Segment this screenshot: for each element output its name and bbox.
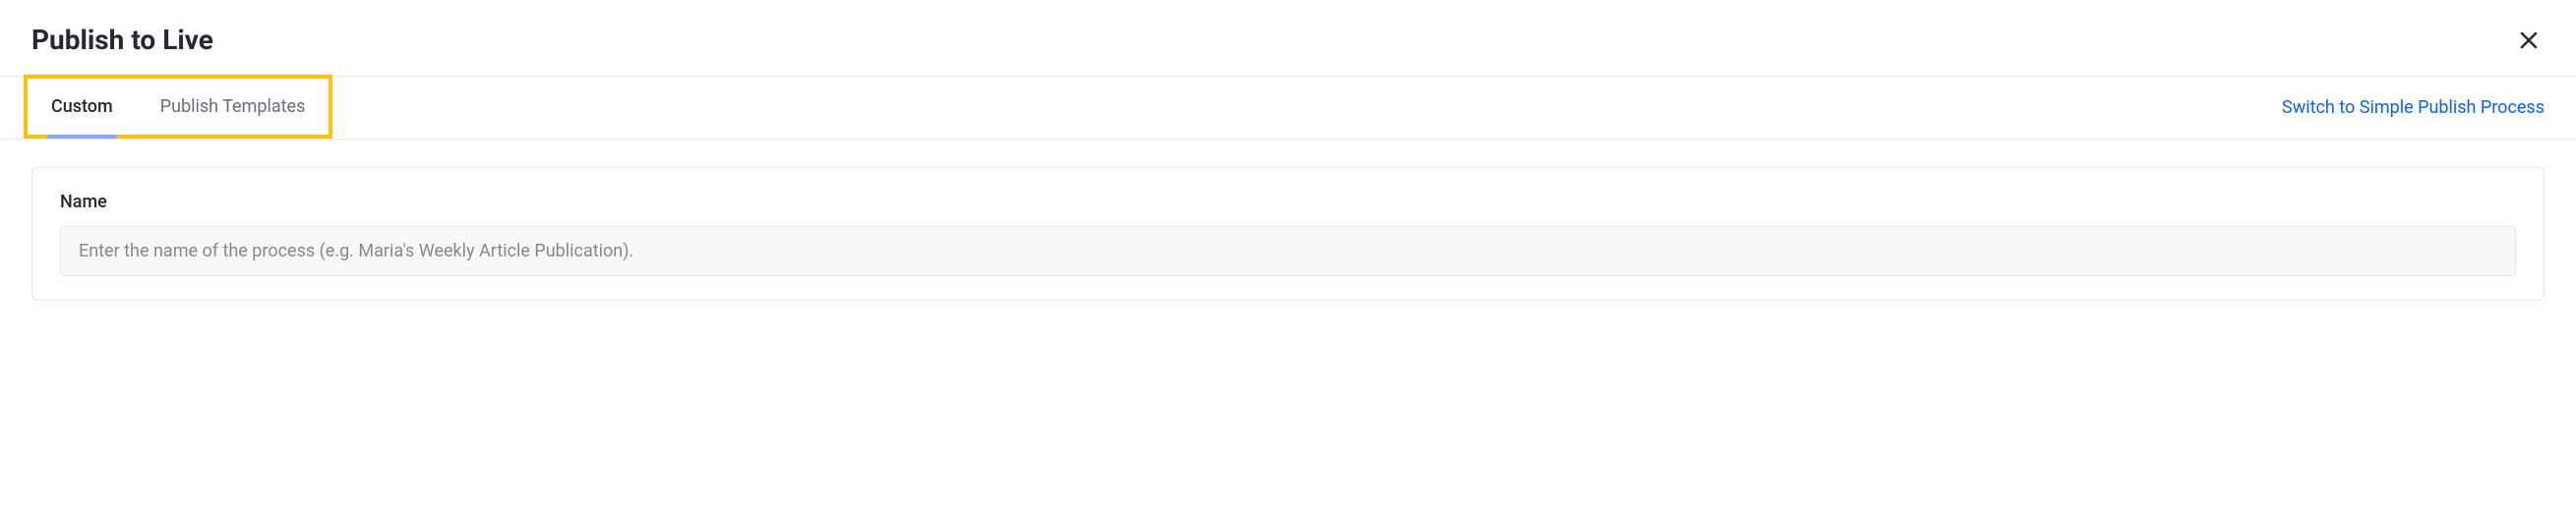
dialog-title: Publish to Live [31, 24, 213, 56]
form-section: Name [31, 167, 2545, 301]
tab-publish-templates[interactable]: Publish Templates [137, 79, 329, 135]
close-icon [2517, 28, 2541, 52]
name-label: Name [60, 192, 2516, 212]
publish-dialog: Publish to Live Custom Publish Templates… [0, 0, 2576, 301]
switch-simple-link[interactable]: Switch to Simple Publish Process [2282, 97, 2576, 118]
name-input[interactable] [60, 226, 2516, 276]
subheader: Custom Publish Templates Switch to Simpl… [0, 77, 2576, 140]
tab-custom[interactable]: Custom [28, 79, 137, 135]
close-button[interactable] [2513, 25, 2545, 56]
tabs-highlight: Custom Publish Templates [24, 75, 332, 139]
tabs: Custom Publish Templates [28, 79, 329, 135]
dialog-header: Publish to Live [0, 0, 2576, 77]
